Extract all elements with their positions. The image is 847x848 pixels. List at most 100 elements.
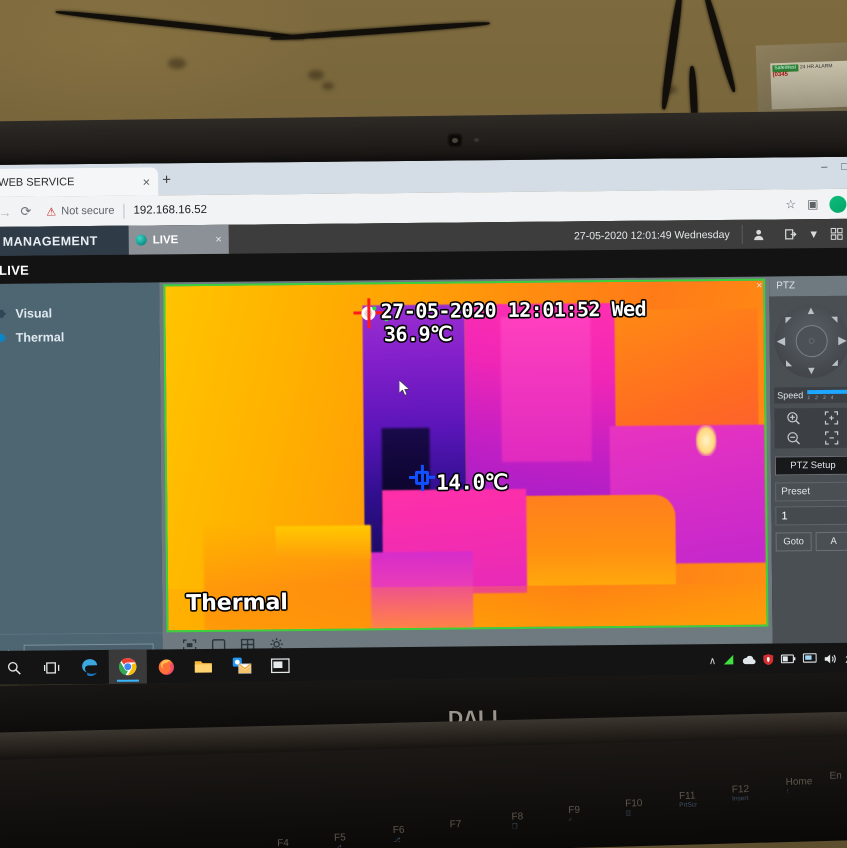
forward-icon[interactable]: → [0, 204, 12, 219]
key-f8[interactable]: F8 ❐ [511, 811, 523, 830]
sidebar-item-visual[interactable]: Visual [0, 300, 160, 326]
ptz-down-icon[interactable]: ▼ [806, 365, 817, 377]
webcam-icon [447, 133, 463, 148]
security-status[interactable]: ⚠ Not secure [46, 204, 114, 218]
key-f10[interactable]: F10 ☲ [625, 798, 643, 817]
ptz-panel: PTZ ▲ ▼ ◀ ▶ ◤ ◥ ◣ ◢ ◌ Speed 1 2 3 4 PTZ … [769, 275, 847, 678]
ptz-left-icon[interactable]: ◀ [777, 334, 786, 347]
preset-input[interactable]: 1 [775, 505, 847, 526]
management-button[interactable]: MANAGEMENT [0, 225, 129, 256]
focus-out-icon[interactable] [813, 428, 847, 448]
osd-hot-temperature: 36.9℃ [383, 321, 453, 347]
cable [270, 20, 490, 42]
camera-icon [0, 308, 6, 319]
key-f11[interactable]: F11 PrtScr [679, 790, 698, 809]
logout-icon[interactable] [775, 228, 807, 240]
browser-tab-title: WEB SERVICE [0, 176, 75, 189]
sidebar: Visual Thermal Instant Record [0, 282, 163, 685]
key-f6[interactable]: F6 ⎇ [393, 825, 405, 844]
ptz-up-right-icon[interactable]: ◥ [831, 315, 837, 324]
apps-grid-icon[interactable] [821, 227, 847, 240]
tick: 2 [815, 395, 818, 402]
url-input[interactable]: 192.168.16.52 [133, 204, 207, 217]
ptz-speed-slider[interactable]: 1 2 3 4 [807, 389, 847, 402]
ptz-up-icon[interactable]: ▲ [805, 305, 816, 317]
ptz-down-right-icon[interactable]: ◢ [832, 358, 838, 367]
taskbar-outlook-icon[interactable] [223, 648, 261, 682]
cable [55, 8, 305, 42]
osd-datetime: 27-05-2020 12:01:52 Wed [380, 297, 647, 324]
video-frame[interactable]: × 27-05-2020 12:01:52 Wed 36.9℃ 14.0℃ Th… [163, 278, 769, 633]
sidebar-item-label: Visual [15, 306, 53, 321]
key-end[interactable]: En [829, 770, 842, 781]
key-f7[interactable]: F7 [450, 819, 462, 830]
security-label: Not secure [61, 204, 115, 218]
ptz-center-button[interactable]: ◌ [795, 324, 828, 358]
key-f9[interactable]: F9 ⌕ [568, 805, 580, 824]
workspace: Visual Thermal Instant Record [0, 275, 847, 685]
add-preset-button[interactable]: A [815, 531, 847, 552]
key-f4[interactable]: F4 [277, 838, 289, 848]
taskbar-firefox-icon[interactable] [147, 649, 185, 683]
ptz-setup-button[interactable]: PTZ Setup [774, 455, 847, 476]
key-home[interactable]: Home ↑ [785, 776, 812, 795]
focus-in-icon[interactable] [812, 408, 847, 428]
taskbar-task-view-icon[interactable] [33, 650, 71, 684]
key-f5[interactable]: F5⎇ [334, 832, 346, 848]
video-area: × 27-05-2020 12:01:52 Wed 36.9℃ 14.0℃ Th… [159, 276, 773, 684]
network-icon[interactable] [723, 653, 735, 668]
ptz-body: ▲ ▼ ◀ ▶ ◤ ◥ ◣ ◢ ◌ Speed 1 2 3 4 PTZ Setu… [769, 295, 847, 558]
webcam-led-icon [474, 138, 479, 142]
taskbar-chrome-icon[interactable] [108, 649, 147, 684]
sidebar-item-label: Thermal [15, 330, 65, 345]
mouse-cursor-icon [399, 380, 411, 396]
tab-live-label: LIVE [152, 233, 179, 246]
close-icon[interactable]: × [215, 233, 222, 245]
display-icon[interactable] [803, 653, 818, 667]
ptz-speed-fill [807, 389, 847, 395]
extensions-icon[interactable]: ▣ [807, 197, 818, 211]
avatar[interactable] [829, 195, 847, 213]
label-sub: 24 HR ALARM [799, 63, 833, 71]
user-icon[interactable] [743, 228, 775, 240]
volume-icon[interactable] [824, 652, 838, 667]
zoom-in-icon[interactable] [774, 408, 812, 428]
goto-button[interactable]: Goto [775, 532, 812, 552]
sidebar-item-thermal[interactable]: Thermal [0, 324, 160, 350]
bookmark-star-icon[interactable]: ☆ [785, 197, 796, 211]
maximize-icon[interactable]: □ [841, 161, 847, 173]
close-icon[interactable]: × [143, 174, 151, 189]
close-icon[interactable]: × [756, 281, 762, 292]
antivirus-icon[interactable] [763, 653, 774, 668]
taskbar-search-icon[interactable] [0, 651, 33, 685]
taskbar-file-explorer-icon[interactable] [185, 649, 223, 683]
show-hidden-icons-icon[interactable]: ∧ [709, 656, 716, 667]
browser-tab[interactable]: WEB SERVICE × [0, 167, 159, 197]
minimize-icon[interactable]: – [821, 161, 827, 173]
reload-icon[interactable]: ⟳ [20, 204, 31, 220]
battery-icon[interactable] [781, 654, 796, 666]
window-controls: – □ [821, 161, 847, 173]
osd-cold-temperature: 14.0℃ [436, 470, 508, 496]
tick: 1 [807, 395, 811, 402]
onedrive-icon[interactable] [742, 654, 756, 667]
osd-channel-watermark: Thermal [186, 590, 289, 617]
ptz-down-left-icon[interactable]: ◣ [786, 358, 792, 367]
key-f12[interactable]: F12 Insert [732, 784, 750, 802]
wall-stain [168, 58, 186, 69]
taskbar-window-icon[interactable] [261, 648, 299, 682]
thermal-region [500, 316, 592, 462]
ptz-up-left-icon[interactable]: ◤ [785, 315, 791, 324]
chevron-down-icon[interactable]: ▾ [807, 226, 821, 242]
taskbar-edge-icon[interactable] [71, 650, 109, 684]
header-clock: 27-05-2020 12:01:49 Wednesday [573, 228, 730, 242]
zoom-out-icon[interactable] [775, 428, 813, 448]
ptz-right-icon[interactable]: ▶ [838, 334, 847, 347]
ptz-dpad[interactable]: ▲ ▼ ◀ ▶ ◤ ◥ ◣ ◢ ◌ [774, 303, 847, 379]
new-tab-icon[interactable]: + [162, 171, 171, 188]
tab-live[interactable]: LIVE × [128, 224, 229, 255]
taskbar-active-indicator [116, 679, 139, 682]
warning-icon: ⚠ [46, 205, 57, 218]
live-status-icon [135, 234, 147, 246]
